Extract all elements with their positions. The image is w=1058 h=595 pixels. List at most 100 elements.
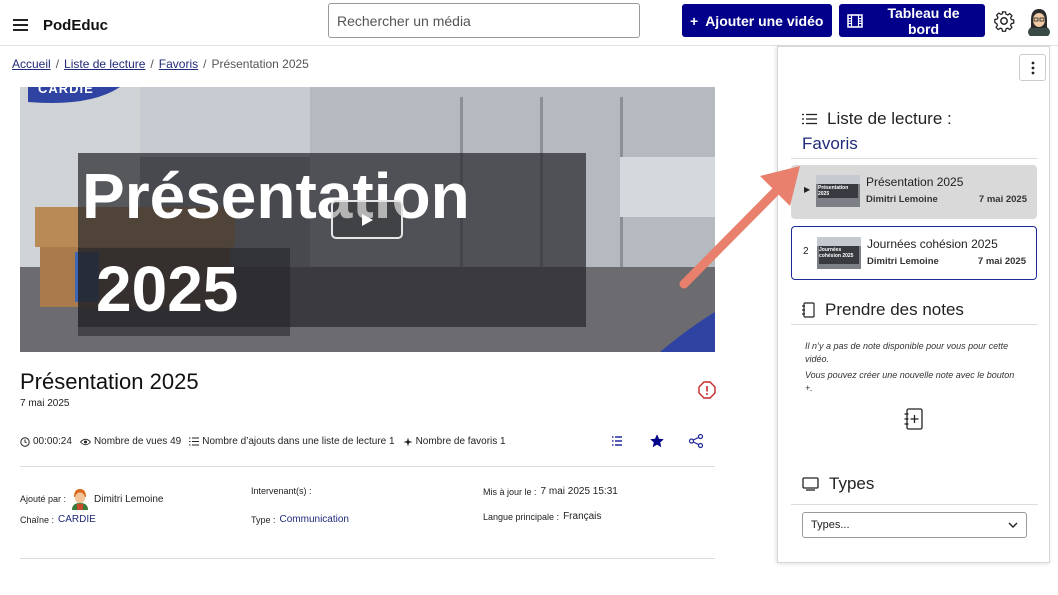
film-icon — [847, 13, 863, 28]
types-select[interactable]: Types... — [802, 512, 1027, 538]
dashboard-label: Tableau de bord — [887, 4, 960, 37]
types-heading: Types — [829, 474, 875, 493]
list-icon — [189, 437, 200, 446]
chevron-down-icon — [1008, 522, 1018, 528]
duration-value: 00:00:24 — [33, 436, 72, 447]
video-logo-text: CARDIE — [38, 87, 94, 96]
plus-icon: + — [690, 12, 699, 29]
added-by-row: Ajouté par : Dimitri Lemoine — [20, 488, 164, 510]
breadcrumb-favorites[interactable]: Favoris — [159, 57, 198, 71]
clock-icon — [20, 436, 30, 447]
notes-heading: Prendre des notes — [825, 300, 964, 319]
playlist-item-title: Journées cohésion 2025 — [867, 237, 998, 251]
breadcrumb-current: Présentation 2025 — [211, 57, 309, 71]
video-overlay-title-line1: Présentation — [82, 160, 470, 232]
playlist-item-number: 2 — [803, 246, 809, 257]
notes-create-hint: Vous pouvez créer une nouvelle note avec… — [805, 370, 1015, 393]
divider — [791, 158, 1038, 159]
media-date: 7 mai 2025 — [20, 398, 70, 409]
breadcrumb-separator: / — [150, 57, 154, 71]
playlist-add-icon[interactable] — [609, 433, 625, 449]
added-by-label: Ajouté par : — [20, 494, 67, 504]
monitor-icon — [802, 477, 819, 491]
updated-row: Mis à jour le : 7 mai 2025 15:31 — [483, 486, 618, 497]
notebook-icon — [802, 302, 815, 318]
top-navbar: PodEduc + Ajouter une vidéo Tableau de b… — [0, 0, 1058, 46]
breadcrumb-separator: / — [203, 57, 207, 71]
share-icon[interactable] — [688, 433, 704, 449]
playlist-item-date: 7 mai 2025 — [977, 256, 1026, 267]
playlist-heading: Liste de lecture : — [827, 109, 952, 128]
thumbnail-text: Journées cohésion 2025 — [819, 247, 854, 259]
search-input[interactable] — [328, 3, 640, 38]
type-label: Type : — [251, 514, 276, 525]
user-avatar-icon — [72, 489, 89, 510]
playlist-item-author: Dimitri Lemoine — [866, 194, 938, 205]
list-icon — [802, 113, 817, 125]
breadcrumb: Accueil / Liste de lecture / Favoris / P… — [12, 57, 309, 71]
playlist-name-link[interactable]: Favoris — [802, 134, 858, 154]
dashboard-button[interactable]: Tableau de bord — [839, 4, 985, 37]
types-section-title: Types — [802, 474, 874, 494]
notes-empty-message: Il n’y a pas de note disponible pour vou… — [805, 341, 1009, 364]
added-by-value: Dimitri Lemoine — [94, 493, 164, 505]
play-icon — [362, 213, 373, 226]
page-title: Présentation 2025 — [20, 369, 199, 394]
video-overlay-title-line2: 2025 — [96, 253, 239, 325]
type-row: Type : Communication — [251, 514, 349, 525]
add-note-icon[interactable] — [903, 407, 925, 431]
type-link[interactable]: Communication — [280, 514, 349, 525]
views-value: Nombre de vues 49 — [93, 436, 182, 447]
report-icon[interactable] — [698, 381, 716, 399]
add-video-button[interactable]: + Ajouter une vidéo — [682, 4, 832, 37]
channel-link[interactable]: CARDIE — [58, 514, 96, 525]
duration-stat: 00:00:24 — [20, 436, 72, 447]
right-sidebar: Liste de lecture : Favoris ▶ Présentatio… — [777, 46, 1050, 563]
playlist-adds-stat: Nombre d’ajouts dans une liste de lectur… — [189, 436, 395, 447]
add-video-label: Ajouter une vidéo — [705, 12, 824, 29]
language-value: Français — [563, 511, 602, 522]
divider — [20, 466, 715, 467]
playlist-section-title: Liste de lecture : — [802, 109, 952, 129]
playlist-item-thumbnail: Présentation 2025 — [816, 175, 860, 207]
playlist-item-author: Dimitri Lemoine — [867, 256, 939, 267]
speakers-label: Intervenant(s) : — [251, 486, 312, 496]
speakers-row: Intervenant(s) : — [251, 486, 312, 496]
channel-label: Chaîne : — [20, 514, 55, 525]
video-player[interactable]: CARDIE Présentation 2025 — [20, 87, 715, 352]
avatar[interactable] — [1026, 6, 1052, 36]
breadcrumb-playlists[interactable]: Liste de lecture — [64, 57, 145, 71]
play-button[interactable] — [331, 200, 403, 239]
playlist-adds-value: Nombre d’ajouts dans une liste de lectur… — [202, 436, 395, 447]
stars-icon — [403, 437, 413, 446]
breadcrumb-separator: / — [55, 57, 60, 71]
notes-section-title: Prendre des notes — [802, 300, 964, 320]
eye-icon — [79, 438, 91, 445]
breadcrumb-home[interactable]: Accueil — [12, 57, 51, 71]
updated-value: 7 mai 2025 15:31 — [540, 486, 618, 497]
favorites-value: Nombre de favoris 1 — [415, 436, 506, 447]
divider — [791, 504, 1038, 505]
kebab-icon — [1031, 61, 1034, 74]
language-row: Langue principale : Français — [483, 511, 601, 522]
divider — [791, 324, 1038, 325]
more-options-button[interactable] — [1019, 54, 1046, 81]
current-item-marker: ▶ — [804, 185, 811, 194]
playlist-item[interactable]: 2 Journées cohésion 2025 Journées cohési… — [791, 226, 1037, 280]
playlist-item[interactable]: ▶ Présentation 2025 Présentation 2025 Di… — [791, 165, 1037, 219]
playlist-item-thumbnail: Journées cohésion 2025 — [817, 237, 861, 269]
menu-icon[interactable] — [13, 19, 28, 31]
channel-row: Chaîne : CARDIE — [20, 514, 96, 525]
star-icon[interactable] — [649, 433, 665, 449]
playlist-item-title: Présentation 2025 — [866, 175, 964, 189]
types-select-value: Types... — [811, 519, 850, 531]
language-label: Langue principale : — [483, 511, 560, 522]
brand-name[interactable]: PodEduc — [43, 17, 108, 34]
views-stat: Nombre de vues 49 — [79, 436, 182, 447]
updated-label: Mis à jour le : — [483, 486, 537, 497]
media-stats: 00:00:24 Nombre de vues 49 Nombre d’ajou… — [20, 436, 506, 447]
favorites-stat: Nombre de favoris 1 — [403, 436, 506, 447]
thumbnail-text: Présentation 2025 — [818, 185, 849, 197]
gear-icon[interactable] — [993, 10, 1015, 32]
divider — [20, 558, 715, 559]
